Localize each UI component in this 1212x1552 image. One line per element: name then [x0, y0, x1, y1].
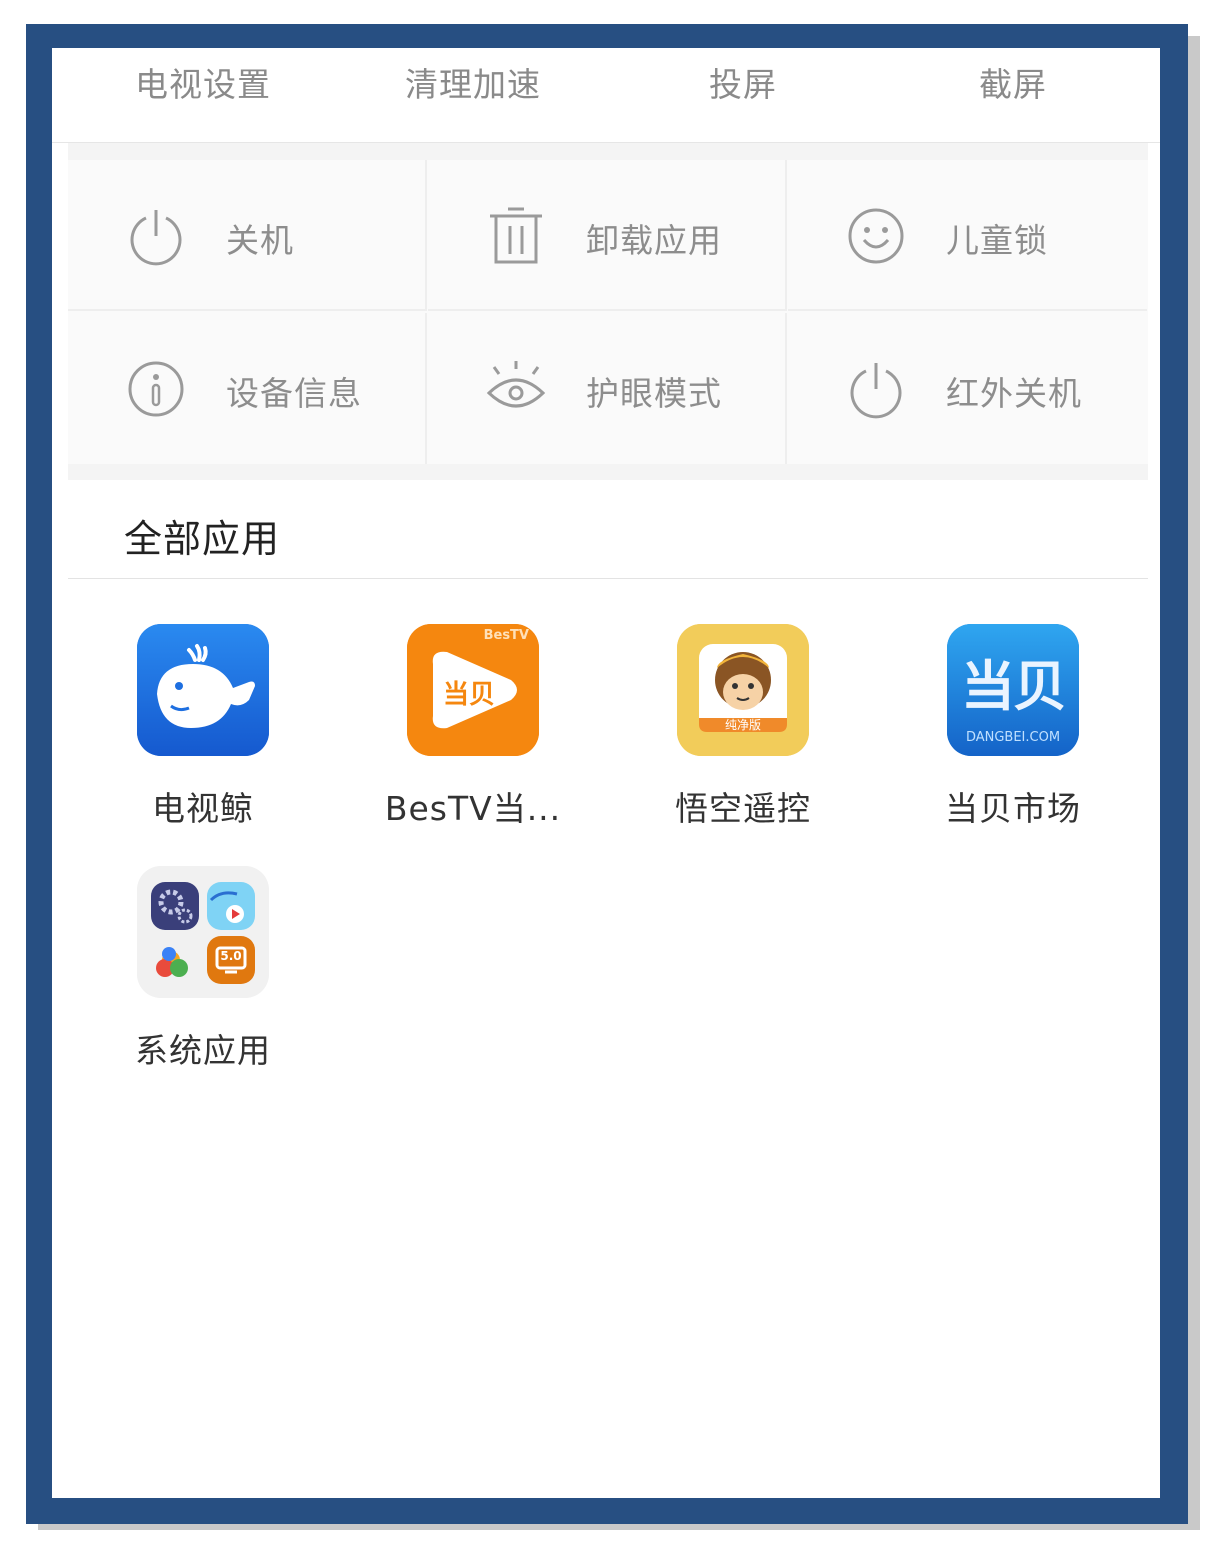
section-title-all-apps: 全部应用	[124, 517, 281, 561]
app-name: 电视鲸	[152, 789, 254, 828]
smiley-icon	[846, 206, 906, 266]
system-apps-folder-icon: 5.0	[137, 866, 269, 998]
band-divider	[68, 143, 1148, 160]
bestv-logo-text: 当贝	[443, 680, 496, 710]
tool-label: 卸载应用	[586, 221, 722, 260]
quick-item-tv-settings[interactable]: 电视设置	[68, 58, 338, 106]
quick-action-bar: 电视设置 清理加速 投屏 截屏	[52, 48, 1160, 143]
app-tile-system-apps[interactable]: 5.0 系统应用	[88, 866, 318, 1072]
eye-icon	[486, 359, 546, 419]
app-tile-wukong-remote[interactable]: 纯净版 悟空遥控	[628, 624, 858, 830]
band-divider	[68, 464, 1148, 480]
quick-item-clean-speedup[interactable]: 清理加速	[338, 58, 608, 106]
dangbei-market-icon: 当贝 DANGBEI.COM	[947, 624, 1079, 756]
app-tile-bestv[interactable]: BesTV 当贝 BesTV当...	[358, 624, 588, 830]
tools-grid: 关机 卸载应用 儿童锁 设备信息 护眼模式 红外关机	[68, 160, 1148, 464]
app-tile-tv-whale[interactable]: 电视鲸	[88, 624, 318, 830]
tool-power-off[interactable]: 关机	[68, 160, 427, 311]
tool-label: 护眼模式	[586, 374, 722, 413]
app-name: BesTV当...	[384, 789, 562, 828]
tool-uninstall-apps[interactable]: 卸载应用	[428, 160, 787, 311]
app-name: 悟空遥控	[675, 789, 811, 828]
tool-device-info[interactable]: 设备信息	[68, 313, 427, 464]
tool-eye-care[interactable]: 护眼模式	[428, 313, 787, 464]
power-icon	[126, 206, 186, 266]
dangbei-logo-text: 当贝	[961, 655, 1067, 718]
quick-item-screen-cast[interactable]: 投屏	[608, 58, 878, 106]
tool-label: 红外关机	[946, 374, 1082, 413]
tool-label: 关机	[226, 221, 294, 260]
tool-child-lock[interactable]: 儿童锁	[788, 160, 1147, 311]
bestv-badge: BesTV	[483, 628, 529, 643]
tool-ir-power-off[interactable]: 红外关机	[788, 313, 1147, 464]
whale-icon	[137, 624, 269, 756]
dangbei-badge: DANGBEI.COM	[965, 730, 1061, 745]
bestv-icon: BesTV 当贝	[407, 624, 539, 756]
monkey-badge: 纯净版	[724, 718, 761, 732]
trash-icon	[486, 206, 546, 266]
quick-item-screenshot[interactable]: 截屏	[878, 58, 1148, 106]
divider	[68, 578, 1148, 579]
screen: 电视设置 清理加速 投屏 截屏 关机 卸载应用 儿童锁 设备信息 护眼模式 红外…	[52, 48, 1160, 1498]
app-name: 系统应用	[135, 1031, 271, 1070]
tool-label: 儿童锁	[946, 221, 1048, 260]
info-icon	[126, 359, 186, 419]
monkey-icon: 纯净版	[677, 624, 809, 756]
app-name: 当贝市场	[945, 789, 1081, 828]
system-version-badge: 5.0	[220, 949, 242, 963]
app-tile-dangbei-market[interactable]: 当贝 DANGBEI.COM 当贝市场	[898, 624, 1128, 830]
power-icon	[846, 359, 906, 419]
tool-label: 设备信息	[226, 374, 362, 413]
